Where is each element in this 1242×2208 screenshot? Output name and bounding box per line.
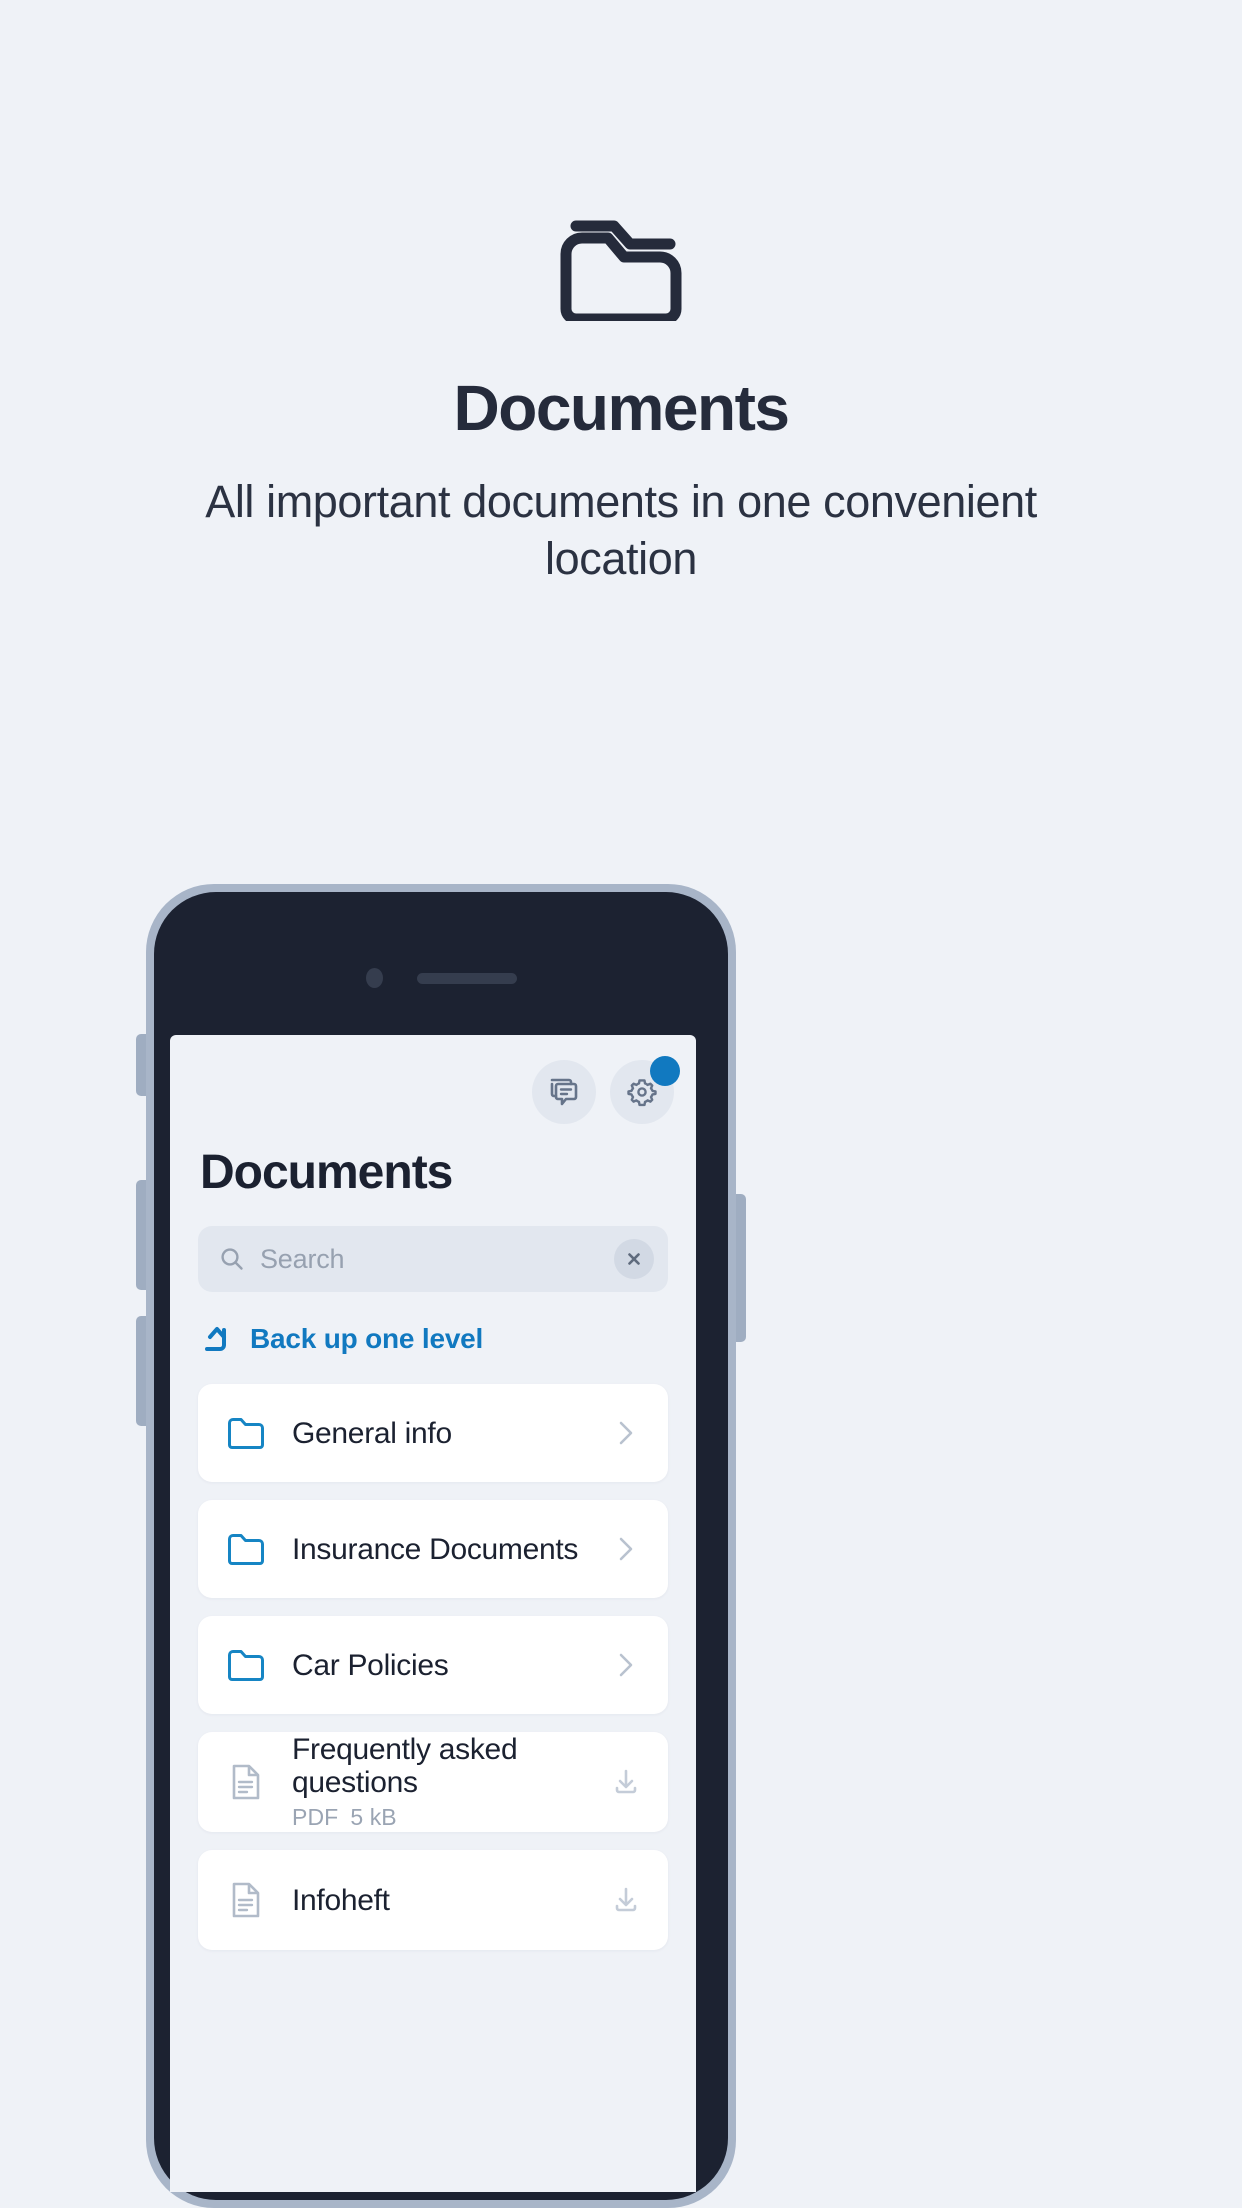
download-icon[interactable] xyxy=(606,1884,646,1916)
hero-folder-icon xyxy=(0,196,1242,324)
app-screen: Documents Search Back up one level Gener… xyxy=(170,1035,696,2192)
chevron-right-icon[interactable] xyxy=(606,1533,646,1565)
list-item[interactable]: Frequently asked questions PDF 5 kB xyxy=(198,1732,668,1832)
download-icon[interactable] xyxy=(606,1766,646,1798)
phone-earpiece-area xyxy=(154,968,728,988)
list-item[interactable]: Insurance Documents xyxy=(198,1500,668,1598)
document-list: General info Insurance Documents Car Pol… xyxy=(170,1384,696,1950)
messages-button[interactable] xyxy=(532,1060,596,1124)
document-icon xyxy=(224,1763,268,1801)
hero-title: Documents xyxy=(453,372,791,444)
hero-subtitle: All important documents in one convenien… xyxy=(205,476,1037,584)
settings-notification-badge xyxy=(650,1056,680,1086)
phone-mockup: Documents Search Back up one level Gener… xyxy=(136,884,746,2208)
chat-bubbles-icon xyxy=(550,1078,578,1106)
list-item-text: Frequently asked questions PDF 5 kB xyxy=(292,1733,582,1831)
list-item-label: General info xyxy=(292,1416,452,1450)
app-topbar xyxy=(170,1035,696,1127)
list-item[interactable]: Infoheft xyxy=(198,1850,668,1950)
chevron-right-icon[interactable] xyxy=(606,1649,646,1681)
folder-icon xyxy=(224,1533,268,1565)
list-item-label: Infoheft xyxy=(292,1883,390,1917)
search-clear-button[interactable] xyxy=(614,1239,654,1279)
list-item[interactable]: General info xyxy=(198,1384,668,1482)
search-icon xyxy=(221,1248,243,1270)
settings-button[interactable] xyxy=(610,1056,680,1124)
speaker-grille-icon xyxy=(416,972,517,984)
list-item-label: Frequently asked questions xyxy=(292,1733,518,1799)
back-up-one-level-label: Back up one level xyxy=(250,1323,484,1354)
list-item-filetype: PDF xyxy=(292,1804,339,1830)
list-item-text: Insurance Documents xyxy=(292,1533,582,1566)
search-placeholder: Search xyxy=(260,1243,345,1274)
hero-section: Documents All important documents in one… xyxy=(0,0,1242,587)
chevron-right-icon[interactable] xyxy=(606,1417,646,1449)
camera-dot-icon xyxy=(365,968,383,988)
arrow-up-left-icon xyxy=(205,1327,226,1351)
close-icon xyxy=(628,1253,640,1265)
list-item-text: Car Policies xyxy=(292,1649,582,1682)
list-item[interactable]: Car Policies xyxy=(198,1616,668,1714)
list-item-text: General info xyxy=(292,1417,582,1450)
page-title: Documents xyxy=(200,1146,453,1199)
folder-icon xyxy=(224,1649,268,1681)
list-item-label: Car Policies xyxy=(292,1648,449,1682)
list-item-label: Insurance Documents xyxy=(292,1532,579,1566)
list-item-text: Infoheft xyxy=(292,1884,582,1917)
document-icon xyxy=(224,1881,268,1919)
list-item-meta: PDF 5 kB xyxy=(292,1804,582,1831)
back-up-one-level-link[interactable]: Back up one level xyxy=(198,1314,696,1364)
folder-icon xyxy=(224,1417,268,1449)
list-item-filesize: 5 kB xyxy=(350,1804,397,1830)
search-input[interactable]: Search xyxy=(198,1226,668,1292)
